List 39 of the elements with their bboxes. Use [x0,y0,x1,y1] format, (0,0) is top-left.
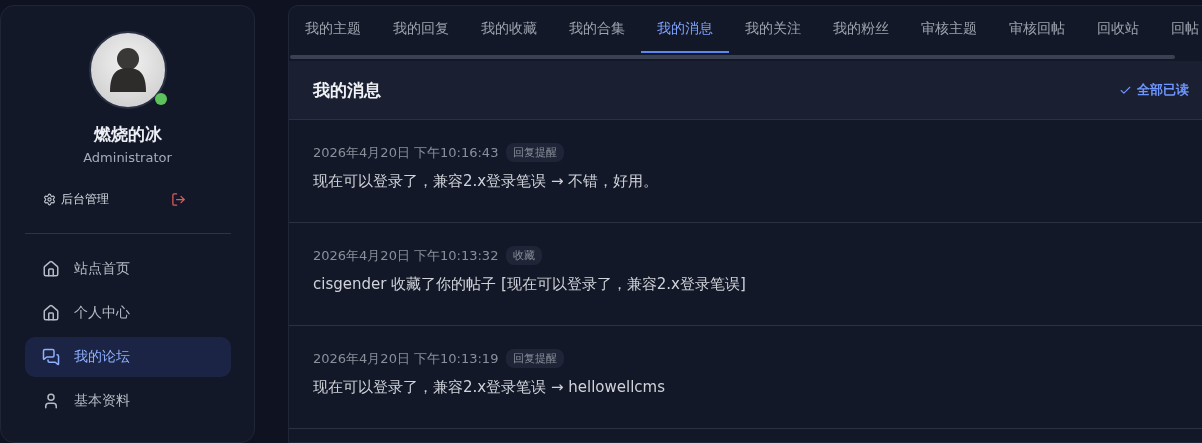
nav-item[interactable]: 基本资料 [24,381,231,421]
chat-icon [41,348,60,366]
tab[interactable]: 回收站 [1081,6,1155,53]
nav-label: 个人中心 [73,304,130,322]
message-tag: 收藏 [506,246,543,265]
message-tag: 回复提醒 [506,349,565,368]
message-tag: 回复提醒 [506,143,565,162]
message-text: cisgender 收藏了你的帖子 [现在可以登录了，兼容2.x登录笔误] [313,275,747,294]
tab[interactable]: 我的合集 [553,6,641,53]
tab[interactable]: 审核回帖 [993,6,1081,53]
tab[interactable]: 我的消息 [641,6,729,53]
nav-label: 基本资料 [73,392,130,410]
tab[interactable]: 我的回复 [377,6,465,53]
tab[interactable]: 我的主题 [289,6,377,53]
home-icon [41,260,60,278]
message-text: 现在可以登录了，兼容2.x登录笔误 → hellowellcms [313,378,667,397]
user-name: 燃烧的冰 [93,123,162,146]
tab[interactable]: 我的收藏 [465,6,553,53]
admin-link[interactable]: 后台管理 [43,191,109,208]
user-role: Administrator [83,150,172,165]
mark-all-read-button[interactable]: 全部已读 [1119,81,1189,99]
logout-icon[interactable] [171,192,186,207]
scrollbar[interactable] [290,55,1175,59]
tab[interactable]: 我的粉丝 [817,6,905,53]
home-icon [41,304,60,322]
nav-item[interactable]: 个人中心 [24,293,231,333]
nav-label: 我的论坛 [73,348,130,366]
gear-icon [43,193,56,206]
panel-title: 我的消息 [313,78,381,102]
tab[interactable]: 审核主题 [905,6,993,53]
message-time: 2026年4月20日 下午10:16:43 [313,143,499,162]
message-time: 2026年4月20日 下午10:13:19 [313,349,499,368]
nav-item[interactable]: 站点首页 [24,249,231,289]
tab[interactable]: 回帖 [1155,6,1202,53]
message-time: 2026年4月20日 下午10:13:32 [313,246,499,265]
nav-item[interactable]: 我的论坛 [24,337,231,377]
message-text: 现在可以登录了，兼容2.x登录笔误 → 不错，好用。 [313,172,660,191]
tab[interactable]: 我的关注 [729,6,817,53]
nav-label: 站点首页 [73,260,130,278]
